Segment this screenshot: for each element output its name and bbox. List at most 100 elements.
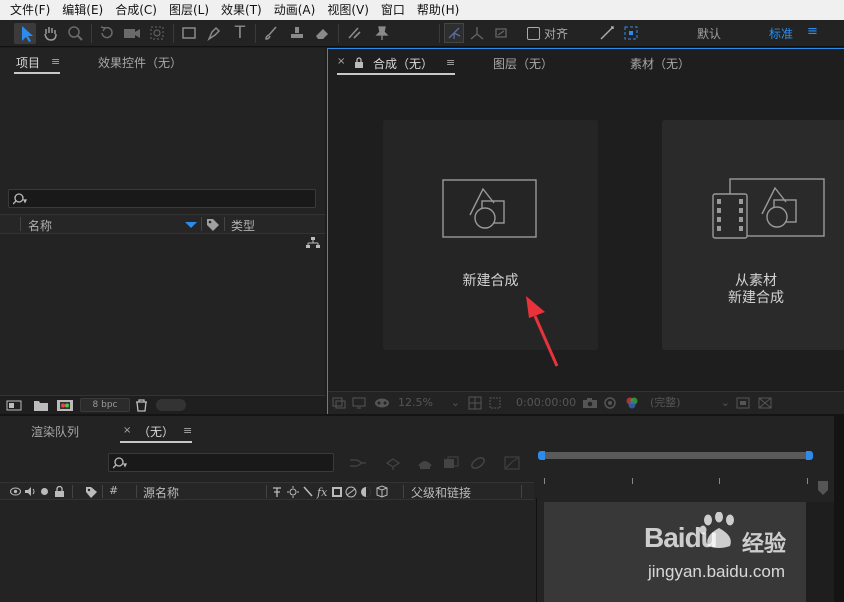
- eye-icon[interactable]: [10, 487, 21, 496]
- lock-icon[interactable]: [354, 57, 364, 68]
- anchor-grid-icon: [150, 26, 164, 40]
- interpret-footage-icon[interactable]: [6, 399, 24, 412]
- tab-comp-menu-icon[interactable]: ≡: [446, 56, 455, 69]
- work-area-bar[interactable]: [541, 452, 811, 459]
- new-composition-icon[interactable]: [56, 399, 74, 412]
- zoom-select[interactable]: 12.5% ⌄: [396, 395, 464, 411]
- roto-brush-icon: [348, 27, 361, 39]
- text-t-icon: T: [234, 23, 246, 43]
- transparency-grid-icon[interactable]: [758, 396, 772, 410]
- layer-switches-icons[interactable]: fx: [271, 485, 403, 499]
- menu-layer[interactable]: 图层(L): [163, 0, 215, 20]
- lock-icon[interactable]: [54, 486, 65, 497]
- close-comp-tab-icon[interactable]: ×: [337, 56, 345, 67]
- column-source-name[interactable]: 源名称: [143, 484, 179, 501]
- snap-option-button[interactable]: [598, 24, 616, 42]
- pan-behind-tool[interactable]: [148, 24, 166, 42]
- snapshot-camera-icon[interactable]: [582, 397, 598, 409]
- project-search-input[interactable]: [8, 189, 316, 208]
- tab-footage[interactable]: 素材（无）: [630, 55, 690, 72]
- fast-preview-icon[interactable]: [736, 396, 750, 410]
- menu-edit[interactable]: 编辑(E): [56, 0, 109, 20]
- hand-tool[interactable]: [41, 24, 59, 42]
- motion-blur-icon[interactable]: [470, 456, 486, 470]
- rotate-tool[interactable]: [98, 24, 116, 42]
- search-icon: [112, 457, 128, 469]
- menu-animation[interactable]: 动画(A): [268, 0, 322, 20]
- puppet-tool[interactable]: [373, 24, 391, 42]
- work-area-start-handle[interactable]: [538, 451, 545, 460]
- draft-3d-icon[interactable]: [384, 455, 402, 471]
- zoom-tool[interactable]: [66, 24, 84, 42]
- composition-mini-flowchart-icon[interactable]: [349, 457, 367, 469]
- workspace-standard[interactable]: 标准: [769, 25, 793, 42]
- snap-checkbox[interactable]: [527, 27, 540, 40]
- snap-edges-button[interactable]: [622, 24, 640, 42]
- frame-blending-icon[interactable]: [443, 456, 459, 470]
- workspace-menu-icon[interactable]: ≡: [807, 24, 818, 39]
- column-parent-link[interactable]: 父级和链接: [411, 484, 471, 501]
- tab-composition-label: 合成（无）: [373, 57, 434, 71]
- view-axis-mode[interactable]: [492, 24, 510, 42]
- new-comp-from-footage-card[interactable]: 从素材 新建合成: [662, 120, 844, 350]
- selection-tool[interactable]: [14, 23, 36, 44]
- close-timeline-tab-icon[interactable]: ×: [123, 425, 131, 436]
- menu-file[interactable]: 文件(F): [4, 0, 56, 20]
- brush-tool[interactable]: [262, 24, 280, 42]
- speaker-icon[interactable]: [24, 486, 36, 497]
- tab-render-queue[interactable]: 渲染队列: [31, 423, 79, 440]
- thumbnail-size-slider[interactable]: [156, 399, 186, 411]
- safe-area-icon[interactable]: [468, 396, 482, 410]
- sort-down-icon[interactable]: [185, 222, 197, 229]
- svg-text:fx: fx: [316, 486, 328, 499]
- work-area-end-handle[interactable]: [806, 451, 813, 460]
- menu-composition[interactable]: 合成(C): [109, 0, 163, 20]
- rectangle-tool[interactable]: [180, 24, 198, 42]
- label-tag-icon[interactable]: [206, 218, 220, 231]
- menu-effect[interactable]: 效果(T): [215, 0, 268, 20]
- menu-view[interactable]: 视图(V): [321, 0, 375, 20]
- tab-composition[interactable]: 合成（无）: [373, 55, 433, 72]
- trash-icon[interactable]: [135, 399, 148, 412]
- tab-effect-controls[interactable]: 效果控件（无）: [98, 54, 182, 71]
- tab-project-menu-icon[interactable]: ≡: [51, 55, 60, 68]
- folder-icon[interactable]: [33, 399, 49, 412]
- monitor-icon[interactable]: [352, 397, 366, 409]
- tab-timeline-none[interactable]: （无）: [138, 423, 174, 440]
- tab-layer[interactable]: 图层（无）: [493, 55, 553, 72]
- color-channel-icon[interactable]: [625, 396, 639, 410]
- timeline-search-input[interactable]: [108, 453, 334, 472]
- type-tool[interactable]: T: [231, 24, 249, 42]
- tab-project[interactable]: 项目: [16, 54, 40, 71]
- bit-depth-button[interactable]: 8 bpc: [80, 398, 130, 412]
- new-composition-card[interactable]: 新建合成: [383, 120, 598, 350]
- tab-timeline-menu-icon[interactable]: ≡: [183, 424, 192, 437]
- pen-tool[interactable]: [205, 24, 223, 42]
- pushpin-icon: [375, 26, 389, 40]
- timeline-zoom-icon[interactable]: [816, 480, 830, 496]
- roto-brush-tool[interactable]: [345, 24, 363, 42]
- local-axis-mode[interactable]: [444, 23, 464, 43]
- show-snapshot-icon[interactable]: [602, 396, 618, 410]
- solo-dot-icon[interactable]: [41, 488, 48, 495]
- shy-layers-icon[interactable]: [417, 456, 433, 470]
- always-preview-icon[interactable]: [332, 397, 346, 409]
- column-type[interactable]: 类型: [231, 217, 255, 234]
- eraser-tool[interactable]: [313, 24, 331, 42]
- world-axis-mode[interactable]: [468, 24, 486, 42]
- flowchart-icon[interactable]: [306, 237, 320, 249]
- time-ruler[interactable]: [538, 450, 813, 496]
- column-name[interactable]: 名称: [28, 217, 52, 234]
- resolution-select[interactable]: (完整) ⌄: [650, 395, 732, 411]
- region-icon[interactable]: [488, 396, 502, 410]
- label-tag-icon[interactable]: [85, 486, 98, 498]
- menu-window[interactable]: 窗口: [375, 0, 411, 20]
- workspace-default[interactable]: 默认: [697, 25, 721, 42]
- frame-icon: [624, 26, 638, 40]
- mask-visibility-icon[interactable]: [374, 397, 390, 409]
- menu-help[interactable]: 帮助(H): [411, 0, 465, 20]
- graph-editor-icon[interactable]: [504, 456, 520, 470]
- camera-tool[interactable]: [122, 24, 140, 42]
- clone-stamp-tool[interactable]: [288, 24, 306, 42]
- timecode-display[interactable]: 0:00:00:00: [516, 396, 576, 409]
